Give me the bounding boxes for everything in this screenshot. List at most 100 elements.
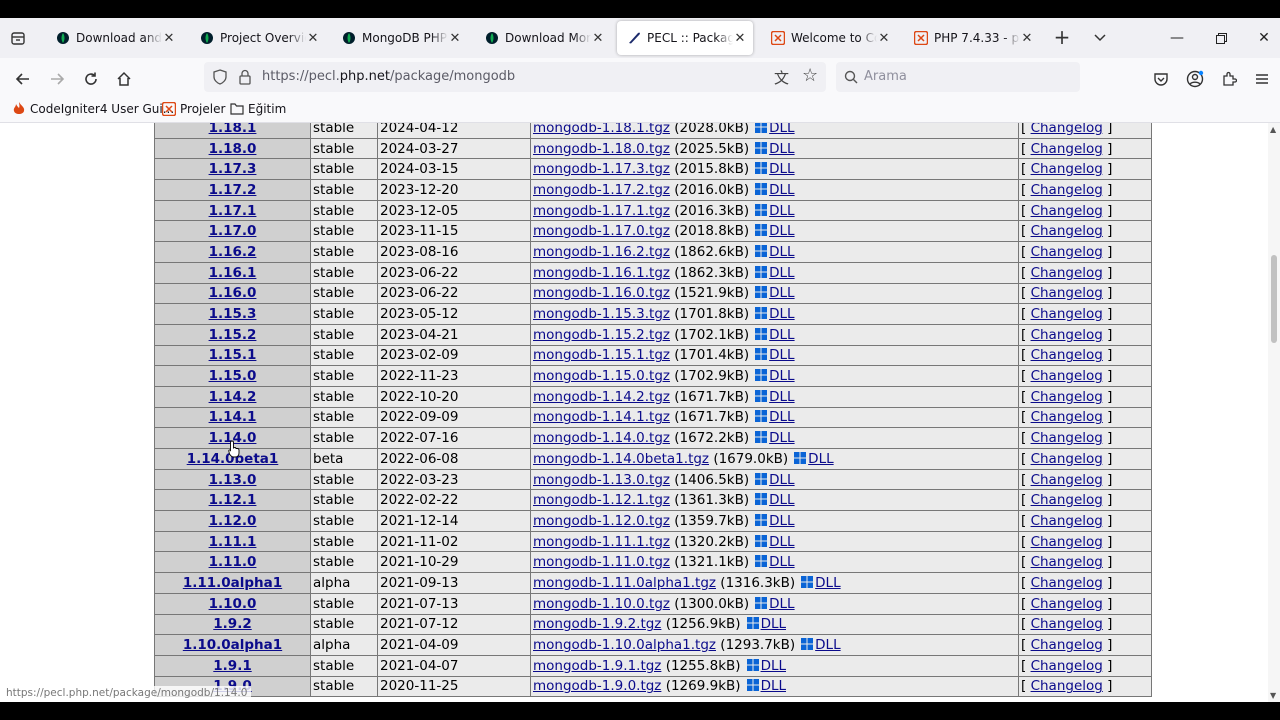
dll-download-link[interactable]: DLL xyxy=(755,141,795,157)
dll-download-link[interactable]: DLL xyxy=(755,123,795,136)
tgz-download-link[interactable]: mongodb-1.14.2.tgz xyxy=(533,389,670,405)
dll-download-link[interactable]: DLL xyxy=(755,306,795,322)
dll-download-link[interactable]: DLL xyxy=(755,244,795,260)
new-tab-button[interactable]: + xyxy=(1050,26,1074,50)
version-link[interactable]: 1.11.0 xyxy=(209,554,257,570)
close-tab-icon[interactable]: ✕ xyxy=(306,31,320,46)
back-button[interactable] xyxy=(10,66,36,92)
tgz-download-link[interactable]: mongodb-1.18.1.tgz xyxy=(533,123,670,136)
tgz-download-link[interactable]: mongodb-1.17.2.tgz xyxy=(533,182,670,198)
changelog-link[interactable]: Changelog xyxy=(1031,430,1103,446)
browser-tab[interactable]: Download and Install✕ xyxy=(46,21,182,55)
browser-tab[interactable]: Welcome to CodeIgniter✕ xyxy=(761,21,897,55)
version-link[interactable]: 1.16.0 xyxy=(209,285,257,301)
shield-icon[interactable] xyxy=(212,69,228,85)
version-link[interactable]: 1.18.0 xyxy=(209,141,257,157)
version-link[interactable]: 1.11.0alpha1 xyxy=(183,575,282,591)
version-link[interactable]: 1.17.0 xyxy=(209,223,257,239)
tgz-download-link[interactable]: mongodb-1.18.0.tgz xyxy=(533,141,670,157)
tgz-download-link[interactable]: mongodb-1.12.1.tgz xyxy=(533,492,670,508)
version-link[interactable]: 1.12.1 xyxy=(209,492,257,508)
bookmark-codeigniter4[interactable]: CodeIgniter4 User Gui... xyxy=(12,102,174,116)
dll-download-link[interactable]: DLL xyxy=(755,430,795,446)
close-tab-icon[interactable]: ✕ xyxy=(448,31,462,46)
tgz-download-link[interactable]: mongodb-1.16.2.tgz xyxy=(533,244,670,260)
browser-tab[interactable]: Project Overview✕ xyxy=(190,21,326,55)
changelog-link[interactable]: Changelog xyxy=(1031,347,1103,363)
dll-download-link[interactable]: DLL xyxy=(755,513,795,529)
changelog-link[interactable]: Changelog xyxy=(1031,554,1103,570)
bookmark-star-icon[interactable]: ☆ xyxy=(802,65,818,86)
changelog-link[interactable]: Changelog xyxy=(1031,472,1103,488)
version-link[interactable]: 1.12.0 xyxy=(209,513,257,529)
tgz-download-link[interactable]: mongodb-1.9.0.tgz xyxy=(533,678,661,694)
tgz-download-link[interactable]: mongodb-1.17.0.tgz xyxy=(533,223,670,239)
tgz-download-link[interactable]: mongodb-1.9.1.tgz xyxy=(533,658,661,674)
browser-tab[interactable]: PECL :: Package :: mongodb✕ xyxy=(617,21,753,55)
page-scrollbar[interactable]: ▲ ▼ xyxy=(1268,123,1280,702)
tgz-download-link[interactable]: mongodb-1.15.3.tgz xyxy=(533,306,670,322)
close-tab-icon[interactable]: ✕ xyxy=(733,31,747,46)
browser-tab[interactable]: Download MongoDB✕ xyxy=(475,21,611,55)
version-link[interactable]: 1.14.1 xyxy=(209,409,257,425)
tgz-download-link[interactable]: mongodb-1.14.1.tgz xyxy=(533,409,670,425)
dll-download-link[interactable]: DLL xyxy=(755,554,795,570)
changelog-link[interactable]: Changelog xyxy=(1031,368,1103,384)
changelog-link[interactable]: Changelog xyxy=(1031,534,1103,550)
version-link[interactable]: 1.16.2 xyxy=(209,244,257,260)
close-tab-icon[interactable]: ✕ xyxy=(1020,31,1034,46)
tgz-download-link[interactable]: mongodb-1.9.2.tgz xyxy=(533,616,661,632)
dll-download-link[interactable]: DLL xyxy=(755,472,795,488)
tab-list-button[interactable] xyxy=(6,26,30,50)
tgz-download-link[interactable]: mongodb-1.11.1.tgz xyxy=(533,534,670,550)
dll-download-link[interactable]: DLL xyxy=(755,596,795,612)
changelog-link[interactable]: Changelog xyxy=(1031,141,1103,157)
changelog-link[interactable]: Changelog xyxy=(1031,327,1103,343)
bookmark-folder-egitim[interactable]: Eğitim xyxy=(230,102,286,116)
dll-download-link[interactable]: DLL xyxy=(755,327,795,343)
browser-tab[interactable]: PHP 7.4.33 - phpinfo()✕ xyxy=(904,21,1040,55)
tgz-download-link[interactable]: mongodb-1.10.0alpha1.tgz xyxy=(533,637,716,653)
bookmark-projeler[interactable]: Projeler xyxy=(162,102,225,116)
address-bar[interactable]: https://pecl.php.net/package/mongodb 文 ☆ xyxy=(204,62,826,92)
version-link[interactable]: 1.9.2 xyxy=(213,616,251,632)
changelog-link[interactable]: Changelog xyxy=(1031,492,1103,508)
version-link[interactable]: 1.17.2 xyxy=(209,182,257,198)
changelog-link[interactable]: Changelog xyxy=(1031,678,1103,694)
close-tab-icon[interactable]: ✕ xyxy=(877,31,891,46)
scroll-down-arrow-icon[interactable]: ▼ xyxy=(1270,691,1276,700)
dll-download-link[interactable]: DLL xyxy=(755,161,795,177)
dll-download-link[interactable]: DLL xyxy=(755,285,795,301)
changelog-link[interactable]: Changelog xyxy=(1031,244,1103,260)
extensions-button[interactable] xyxy=(1216,66,1242,92)
version-link[interactable]: 1.17.3 xyxy=(209,161,257,177)
tgz-download-link[interactable]: mongodb-1.17.3.tgz xyxy=(533,161,670,177)
changelog-link[interactable]: Changelog xyxy=(1031,389,1103,405)
version-link[interactable]: 1.14.2 xyxy=(209,389,257,405)
dll-download-link[interactable]: DLL xyxy=(801,637,841,653)
changelog-link[interactable]: Changelog xyxy=(1031,451,1103,467)
dll-download-link[interactable]: DLL xyxy=(746,658,786,674)
dll-download-link[interactable]: DLL xyxy=(755,265,795,281)
tgz-download-link[interactable]: mongodb-1.15.0.tgz xyxy=(533,368,670,384)
account-button[interactable] xyxy=(1182,66,1208,92)
tgz-download-link[interactable]: mongodb-1.10.0.tgz xyxy=(533,596,670,612)
reload-button[interactable] xyxy=(78,66,104,92)
minimize-button[interactable]: — xyxy=(1162,26,1192,50)
restore-button[interactable] xyxy=(1206,26,1236,50)
translate-icon[interactable]: 文 xyxy=(774,67,789,88)
tgz-download-link[interactable]: mongodb-1.15.1.tgz xyxy=(533,347,670,363)
changelog-link[interactable]: Changelog xyxy=(1031,575,1103,591)
tgz-download-link[interactable]: mongodb-1.14.0.tgz xyxy=(533,430,670,446)
changelog-link[interactable]: Changelog xyxy=(1031,306,1103,322)
changelog-link[interactable]: Changelog xyxy=(1031,637,1103,653)
tgz-download-link[interactable]: mongodb-1.16.0.tgz xyxy=(533,285,670,301)
lock-icon[interactable] xyxy=(238,69,252,85)
search-bar[interactable]: Arama xyxy=(836,62,1080,92)
version-link[interactable]: 1.15.1 xyxy=(209,347,257,363)
dll-download-link[interactable]: DLL xyxy=(746,678,786,694)
dll-download-link[interactable]: DLL xyxy=(755,409,795,425)
changelog-link[interactable]: Changelog xyxy=(1031,658,1103,674)
dll-download-link[interactable]: DLL xyxy=(746,616,786,632)
changelog-link[interactable]: Changelog xyxy=(1031,285,1103,301)
